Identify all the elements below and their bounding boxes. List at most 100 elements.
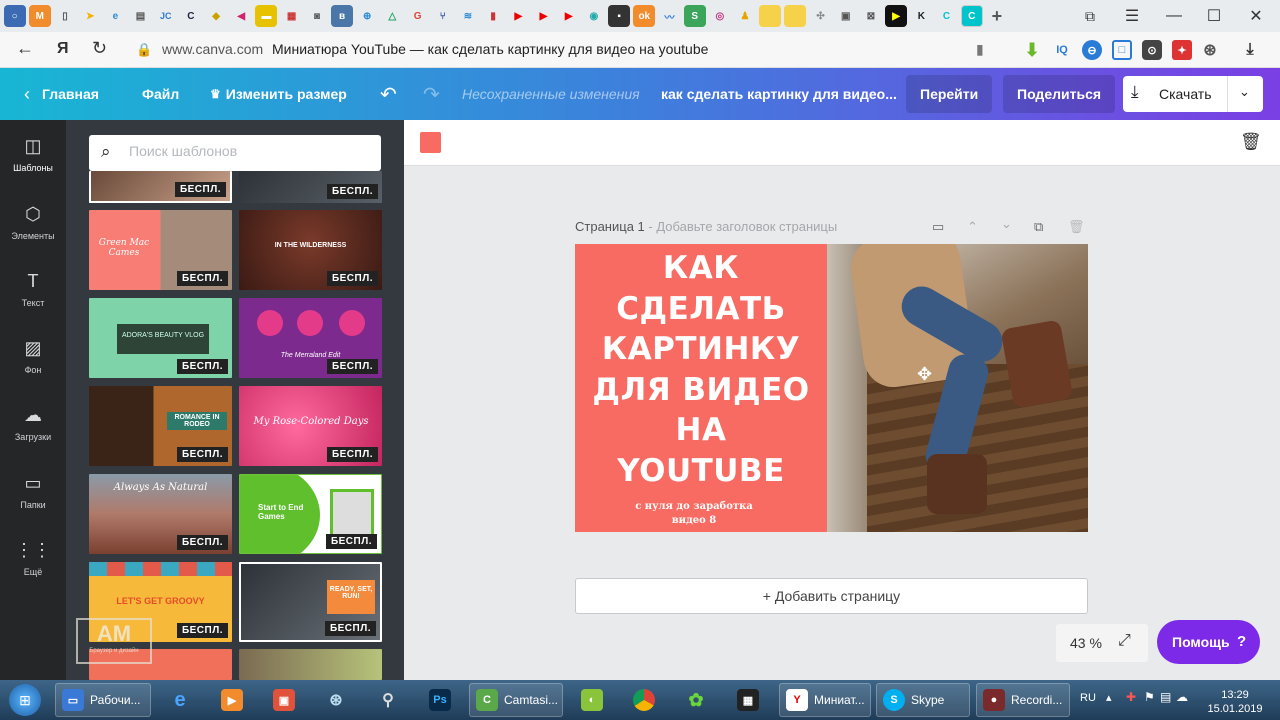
taskbar-app[interactable]: ⚲ bbox=[366, 683, 410, 717]
design-photo[interactable]: ✥ bbox=[827, 244, 1088, 532]
taskbar-app[interactable]: ✿ bbox=[674, 683, 718, 717]
close-icon[interactable]: ✕ bbox=[1246, 6, 1266, 26]
maximize-icon[interactable]: ☐ bbox=[1204, 6, 1224, 26]
template-thumbnail[interactable]: ROMANCE IN RODEO БЕСПЛ. bbox=[89, 386, 232, 466]
jc-icon[interactable]: JC bbox=[155, 5, 177, 27]
sidebar-item-more[interactable]: ⋮⋮ Ещё bbox=[0, 540, 66, 577]
search-input[interactable] bbox=[129, 143, 369, 159]
oi-icon[interactable]: ○ bbox=[3, 5, 26, 27]
expand-icon[interactable]: ⤢ bbox=[1118, 632, 1131, 650]
search-box[interactable]: ⌕ bbox=[89, 135, 381, 171]
swirl-icon[interactable]: ⊛ bbox=[1200, 40, 1220, 60]
sidebar-item-templates[interactable]: ◫ Шаблоны bbox=[0, 136, 66, 173]
url-text[interactable]: www.canva.com bbox=[162, 41, 263, 57]
design-canvas[interactable]: ✥ КАК СДЕЛАТЬ КАРТИНКУ ДЛЯ ВИДЕО НА YOUT… bbox=[575, 244, 1088, 532]
duplicate-icon[interactable]: ⧉ bbox=[1034, 219, 1043, 235]
canva-icon[interactable]: C bbox=[960, 5, 983, 27]
taskbar-app[interactable]: e bbox=[158, 683, 202, 717]
youtube-icon[interactable]: ▶ bbox=[507, 5, 529, 27]
square-icon[interactable] bbox=[759, 5, 782, 27]
cal-icon[interactable]: ▦ bbox=[281, 5, 303, 27]
square-icon[interactable]: □ bbox=[1112, 40, 1132, 60]
taskbar-app[interactable]: S Skype bbox=[876, 683, 970, 717]
dark-icon[interactable]: ▶ bbox=[885, 5, 908, 27]
circle-icon[interactable]: ⊖ bbox=[1082, 40, 1102, 60]
template-thumbnail[interactable]: Always As Natural БЕСПЛ. bbox=[89, 474, 232, 554]
language-indicator[interactable]: RU bbox=[1080, 692, 1096, 704]
downloads-icon[interactable]: ⤓ bbox=[1240, 40, 1260, 60]
sidebar-item-elements[interactable]: ⬡ Элементы bbox=[0, 204, 66, 241]
minimize-icon[interactable]: — bbox=[1164, 6, 1184, 26]
swoosh-icon[interactable]: 〰 bbox=[658, 5, 680, 27]
file-menu-button[interactable]: Файл bbox=[142, 68, 179, 120]
undo-icon[interactable]: ↶ bbox=[380, 68, 397, 120]
drive-icon[interactable]: △ bbox=[381, 5, 403, 27]
sidebar-item-text[interactable]: T Текст bbox=[0, 271, 66, 308]
taskbar-app[interactable]: ▶ bbox=[210, 683, 254, 717]
chevron-down-icon[interactable]: ⌄ bbox=[1001, 216, 1012, 232]
taskbar-app[interactable]: ● Recordi... bbox=[976, 683, 1070, 717]
template-thumbnail[interactable]: БЕСПЛ. bbox=[239, 171, 382, 203]
color-swatch[interactable] bbox=[420, 132, 441, 153]
mail-icon[interactable]: M bbox=[28, 5, 51, 27]
cloud-icon[interactable]: ☁ bbox=[1176, 690, 1188, 704]
taskbar-app[interactable]: ◐ bbox=[570, 683, 614, 717]
c-icon[interactable]: C bbox=[936, 5, 958, 27]
new-tab-icon[interactable]: + bbox=[986, 5, 1008, 27]
instagram-icon[interactable]: ◎ bbox=[709, 5, 731, 27]
add-page-button[interactable]: + Добавить страницу bbox=[575, 578, 1088, 614]
template-thumbnail[interactable]: Green Mac Cames БЕСПЛ. bbox=[89, 210, 232, 290]
home-button[interactable]: ‹ Главная bbox=[24, 68, 99, 120]
template-thumbnail[interactable]: ADORA'S BEAUTY VLOG БЕСПЛ. bbox=[89, 298, 232, 378]
back-icon[interactable]: ← bbox=[16, 38, 34, 59]
delete-page-icon[interactable]: 🗑 bbox=[1068, 219, 1085, 235]
page-label[interactable]: Страница 1 - Добавьте заголовок страницы bbox=[575, 219, 837, 234]
tray-app-icon[interactable]: ✚ bbox=[1126, 690, 1136, 704]
redo-icon[interactable]: ↷ bbox=[423, 68, 440, 120]
photo-icon[interactable]: ▣ bbox=[835, 5, 857, 27]
person-icon[interactable]: ♟ bbox=[734, 5, 756, 27]
zoom-control[interactable]: 43 % ⤢ bbox=[1056, 624, 1148, 662]
zoom-level[interactable]: 43 % bbox=[1070, 635, 1102, 651]
network-status-icon[interactable]: ▤ bbox=[1160, 690, 1171, 704]
red-icon[interactable]: ✦ bbox=[1172, 40, 1192, 60]
s-icon[interactable]: S bbox=[683, 5, 706, 27]
lens-icon[interactable]: ◉ bbox=[583, 5, 605, 27]
bookmark-flag-icon[interactable]: ▮ bbox=[976, 41, 984, 58]
vk-icon[interactable]: в bbox=[331, 5, 354, 27]
fork-icon[interactable]: ⑂ bbox=[432, 5, 454, 27]
chevron-down-icon[interactable]: ⌄ bbox=[1239, 84, 1250, 100]
download-arrow-icon[interactable]: ⬇ bbox=[1022, 40, 1042, 60]
resize-button[interactable]: ♛ Изменить размер bbox=[210, 68, 347, 120]
template-thumbnail[interactable]: READY, SET, RUN! БЕСПЛ. bbox=[239, 562, 382, 642]
reload-icon[interactable]: ↻ bbox=[92, 38, 107, 59]
arrow-icon[interactable]: ➤ bbox=[79, 5, 101, 27]
template-thumbnail[interactable]: IN THE WILDERNESS БЕСПЛ. bbox=[239, 210, 382, 290]
puzzle-icon[interactable]: ✣ bbox=[810, 5, 832, 27]
square-icon[interactable] bbox=[784, 5, 807, 27]
taskbar-app[interactable] bbox=[622, 683, 666, 717]
taskbar-app[interactable]: ⊛ bbox=[314, 683, 358, 717]
design-title[interactable]: КАК СДЕЛАТЬ КАРТИНКУ ДЛЯ ВИДЕО НА YOUTUB… bbox=[575, 248, 827, 492]
trash-icon[interactable]: 🗑 bbox=[1240, 132, 1262, 152]
taskbar-app[interactable]: ▦ bbox=[726, 683, 770, 717]
template-thumbnail[interactable]: Start to End Games БЕСПЛ. bbox=[239, 474, 382, 554]
page-title[interactable]: Миниатюра YouTube — как сделать картинку… bbox=[272, 41, 708, 57]
share-button[interactable]: Поделиться bbox=[1003, 75, 1116, 113]
taskbar-app[interactable]: Y Миниат... bbox=[779, 683, 871, 717]
e-icon[interactable]: e bbox=[104, 5, 126, 27]
google-icon[interactable]: G bbox=[407, 5, 429, 27]
eye-icon[interactable]: ⊙ bbox=[1142, 40, 1162, 60]
menu-icon[interactable]: ☰ bbox=[1122, 6, 1142, 26]
iq-icon[interactable]: IQ bbox=[1052, 40, 1072, 60]
x-icon[interactable]: ⊠ bbox=[860, 5, 882, 27]
sidebar-item-folders[interactable]: ▭ Папки bbox=[0, 473, 66, 510]
flag-icon[interactable]: ◀ bbox=[230, 5, 252, 27]
design-subtitle[interactable]: с нуля до заработка видео 8 bbox=[575, 500, 813, 528]
taskbar-app[interactable]: C Camtasi... bbox=[469, 683, 563, 717]
odnoklassniki-icon[interactable]: ok bbox=[633, 5, 656, 27]
k-icon[interactable]: K bbox=[910, 5, 932, 27]
comment-icon[interactable]: ▭ bbox=[932, 219, 944, 235]
help-button[interactable]: Помощь ? bbox=[1157, 620, 1260, 664]
taskbar-app[interactable]: Ps bbox=[418, 683, 462, 717]
